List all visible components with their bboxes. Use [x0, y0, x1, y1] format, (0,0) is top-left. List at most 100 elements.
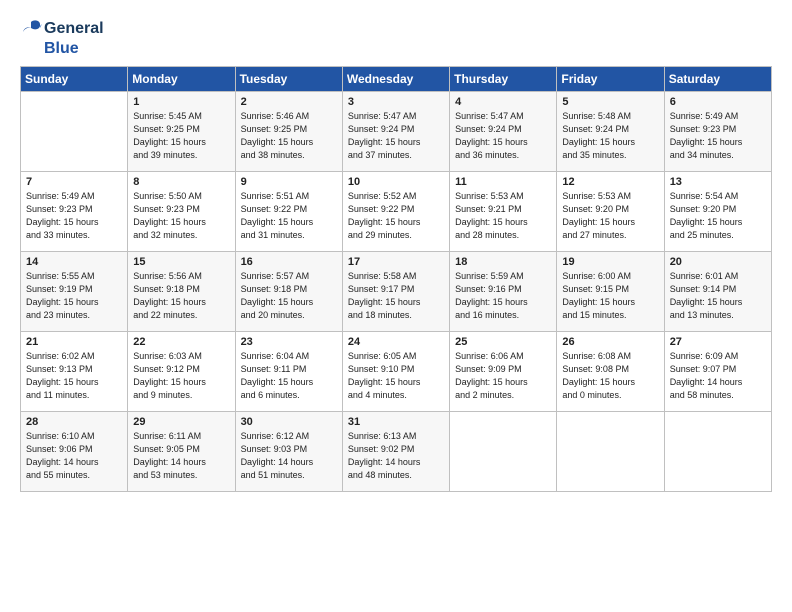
header-monday: Monday: [128, 66, 235, 91]
cell-info: Sunrise: 6:08 AMSunset: 9:08 PMDaylight:…: [562, 351, 635, 400]
calendar-cell: 15 Sunrise: 5:56 AMSunset: 9:18 PMDayligh…: [128, 251, 235, 331]
day-number: 22: [133, 336, 230, 348]
day-number: 10: [348, 176, 445, 188]
day-number: 7: [26, 176, 123, 188]
cell-info: Sunrise: 5:59 AMSunset: 9:16 PMDaylight:…: [455, 271, 528, 320]
day-number: 4: [455, 96, 552, 108]
day-number: 21: [26, 336, 123, 348]
day-number: 19: [562, 256, 659, 268]
logo-bird-icon: [20, 18, 42, 40]
day-number: 25: [455, 336, 552, 348]
calendar-cell: 9Sunrise: 5:51 AMSunset: 9:22 PMDaylight…: [235, 171, 342, 251]
cell-info: Sunrise: 5:49 AMSunset: 9:23 PMDaylight:…: [26, 191, 99, 240]
day-number: 31: [348, 416, 445, 428]
calendar-cell: 27Sunrise: 6:09 AMSunset: 9:07 PMDayligh…: [664, 331, 771, 411]
day-number: 1: [133, 96, 230, 108]
header-saturday: Saturday: [664, 66, 771, 91]
calendar-cell: 4 Sunrise: 5:47 AMSunset: 9:24 PMDaylight…: [450, 91, 557, 171]
calendar-cell: 22 Sunrise: 6:03 AMSunset: 9:12 PMDayligh…: [128, 331, 235, 411]
day-number: 18: [455, 256, 552, 268]
day-number: 30: [241, 416, 338, 428]
week-row-2: 7 Sunrise: 5:49 AMSunset: 9:23 PMDaylight…: [21, 171, 772, 251]
day-number: 23: [241, 336, 338, 348]
calendar-table: SundayMondayTuesdayWednesdayThursdayFrid…: [20, 66, 772, 492]
cell-info: Sunrise: 5:46 AMSunset: 9:25 PMDaylight:…: [241, 111, 314, 160]
calendar-cell: 30 Sunrise: 6:12 AMSunset: 9:03 PMDayligh…: [235, 411, 342, 491]
cell-info: Sunrise: 5:47 AMSunset: 9:24 PMDaylight:…: [348, 111, 421, 160]
calendar-cell: 26Sunrise: 6:08 AMSunset: 9:08 PMDayligh…: [557, 331, 664, 411]
calendar-cell: 10 Sunrise: 5:52 AMSunset: 9:22 PMDayligh…: [342, 171, 449, 251]
calendar-cell: 17 Sunrise: 5:58 AMSunset: 9:17 PMDayligh…: [342, 251, 449, 331]
calendar-cell: 1 Sunrise: 5:45 AMSunset: 9:25 PMDaylight…: [128, 91, 235, 171]
cell-info: Sunrise: 5:49 AMSunset: 9:23 PMDaylight:…: [670, 111, 743, 160]
week-row-4: 21 Sunrise: 6:02 AMSunset: 9:13 PMDayligh…: [21, 331, 772, 411]
day-number: 5: [562, 96, 659, 108]
cell-info: Sunrise: 6:09 AMSunset: 9:07 PMDaylight:…: [670, 351, 743, 400]
day-number: 13: [670, 176, 767, 188]
header-row: SundayMondayTuesdayWednesdayThursdayFrid…: [21, 66, 772, 91]
cell-info: Sunrise: 5:57 AMSunset: 9:18 PMDaylight:…: [241, 271, 314, 320]
day-number: 28: [26, 416, 123, 428]
day-number: 15: [133, 256, 230, 268]
calendar-cell: 12 Sunrise: 5:53 AMSunset: 9:20 PMDayligh…: [557, 171, 664, 251]
cell-info: Sunrise: 5:51 AMSunset: 9:22 PMDaylight:…: [241, 191, 314, 240]
calendar-page: General Blue SundayMondayTuesdayWednesda…: [0, 0, 792, 612]
cell-info: Sunrise: 6:12 AMSunset: 9:03 PMDaylight:…: [241, 431, 314, 480]
day-number: 3: [348, 96, 445, 108]
calendar-cell: 7 Sunrise: 5:49 AMSunset: 9:23 PMDaylight…: [21, 171, 128, 251]
cell-info: Sunrise: 6:11 AMSunset: 9:05 PMDaylight:…: [133, 431, 206, 480]
calendar-cell: 28 Sunrise: 6:10 AMSunset: 9:06 PMDayligh…: [21, 411, 128, 491]
day-number: 14: [26, 256, 123, 268]
header-tuesday: Tuesday: [235, 66, 342, 91]
header: General Blue: [20, 18, 772, 58]
logo-blue: Blue: [44, 40, 79, 58]
day-number: 17: [348, 256, 445, 268]
day-number: 12: [562, 176, 659, 188]
day-number: 8: [133, 176, 230, 188]
cell-info: Sunrise: 6:00 AMSunset: 9:15 PMDaylight:…: [562, 271, 635, 320]
cell-info: Sunrise: 6:02 AMSunset: 9:13 PMDaylight:…: [26, 351, 99, 400]
day-number: 29: [133, 416, 230, 428]
cell-info: Sunrise: 5:53 AMSunset: 9:20 PMDaylight:…: [562, 191, 635, 240]
header-thursday: Thursday: [450, 66, 557, 91]
day-number: 2: [241, 96, 338, 108]
cell-info: Sunrise: 6:10 AMSunset: 9:06 PMDaylight:…: [26, 431, 99, 480]
logo-general: General: [44, 20, 104, 38]
calendar-cell: 11 Sunrise: 5:53 AMSunset: 9:21 PMDayligh…: [450, 171, 557, 251]
cell-info: Sunrise: 5:58 AMSunset: 9:17 PMDaylight:…: [348, 271, 421, 320]
header-sunday: Sunday: [21, 66, 128, 91]
calendar-cell: 2 Sunrise: 5:46 AMSunset: 9:25 PMDaylight…: [235, 91, 342, 171]
calendar-cell: 18 Sunrise: 5:59 AMSunset: 9:16 PMDayligh…: [450, 251, 557, 331]
calendar-cell: [664, 411, 771, 491]
day-number: 11: [455, 176, 552, 188]
cell-info: Sunrise: 5:52 AMSunset: 9:22 PMDaylight:…: [348, 191, 421, 240]
cell-info: Sunrise: 5:54 AMSunset: 9:20 PMDaylight:…: [670, 191, 743, 240]
week-row-5: 28 Sunrise: 6:10 AMSunset: 9:06 PMDayligh…: [21, 411, 772, 491]
calendar-cell: 3 Sunrise: 5:47 AMSunset: 9:24 PMDaylight…: [342, 91, 449, 171]
cell-info: Sunrise: 5:53 AMSunset: 9:21 PMDaylight:…: [455, 191, 528, 240]
cell-info: Sunrise: 5:55 AMSunset: 9:19 PMDaylight:…: [26, 271, 99, 320]
calendar-cell: 5Sunrise: 5:48 AMSunset: 9:24 PMDaylight…: [557, 91, 664, 171]
calendar-cell: 21 Sunrise: 6:02 AMSunset: 9:13 PMDayligh…: [21, 331, 128, 411]
calendar-cell: 6 Sunrise: 5:49 AMSunset: 9:23 PMDaylight…: [664, 91, 771, 171]
calendar-cell: 13 Sunrise: 5:54 AMSunset: 9:20 PMDayligh…: [664, 171, 771, 251]
calendar-cell: 16Sunrise: 5:57 AMSunset: 9:18 PMDayligh…: [235, 251, 342, 331]
calendar-cell: [450, 411, 557, 491]
calendar-cell: 29 Sunrise: 6:11 AMSunset: 9:05 PMDayligh…: [128, 411, 235, 491]
calendar-cell: 19 Sunrise: 6:00 AMSunset: 9:15 PMDayligh…: [557, 251, 664, 331]
cell-info: Sunrise: 6:13 AMSunset: 9:02 PMDaylight:…: [348, 431, 421, 480]
cell-info: Sunrise: 5:47 AMSunset: 9:24 PMDaylight:…: [455, 111, 528, 160]
header-wednesday: Wednesday: [342, 66, 449, 91]
week-row-1: 1 Sunrise: 5:45 AMSunset: 9:25 PMDaylight…: [21, 91, 772, 171]
cell-info: Sunrise: 5:45 AMSunset: 9:25 PMDaylight:…: [133, 111, 206, 160]
cell-info: Sunrise: 6:04 AMSunset: 9:11 PMDaylight:…: [241, 351, 314, 400]
calendar-cell: 24Sunrise: 6:05 AMSunset: 9:10 PMDayligh…: [342, 331, 449, 411]
calendar-cell: [557, 411, 664, 491]
cell-info: Sunrise: 6:03 AMSunset: 9:12 PMDaylight:…: [133, 351, 206, 400]
header-friday: Friday: [557, 66, 664, 91]
calendar-cell: [21, 91, 128, 171]
calendar-cell: 31 Sunrise: 6:13 AMSunset: 9:02 PMDayligh…: [342, 411, 449, 491]
day-number: 20: [670, 256, 767, 268]
cell-info: Sunrise: 5:56 AMSunset: 9:18 PMDaylight:…: [133, 271, 206, 320]
day-number: 6: [670, 96, 767, 108]
